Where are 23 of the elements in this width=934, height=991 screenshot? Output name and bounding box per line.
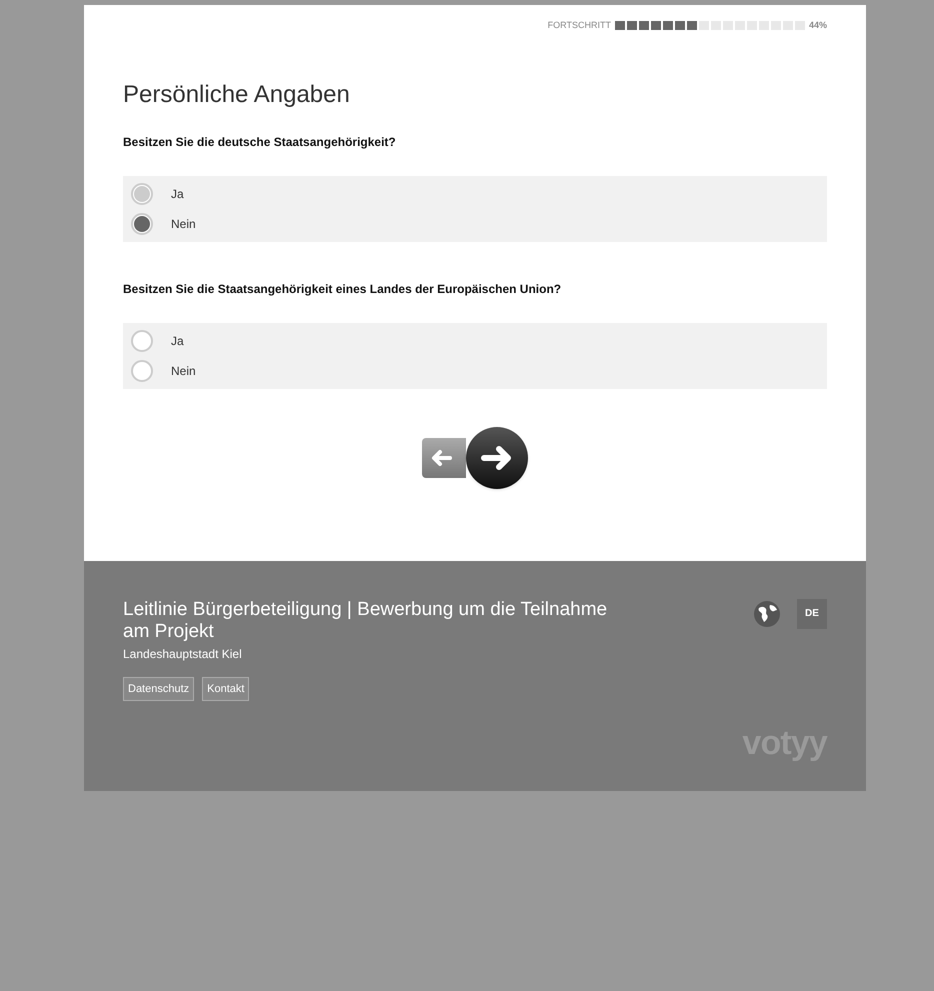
- progress-reading: 44%: [808, 19, 827, 32]
- footer-link[interactable]: Datenschutz: [123, 676, 194, 701]
- next-button[interactable]: [466, 426, 528, 488]
- arrow-left-icon: [430, 448, 452, 466]
- radio-button[interactable]: [131, 330, 153, 352]
- question-text: Besitzen Sie die deutsche Staatsangehörigkeit?: [123, 134, 397, 150]
- back-button[interactable]: [422, 438, 466, 478]
- language-button[interactable]: DE: [797, 598, 827, 628]
- globe-icon[interactable]: [753, 600, 781, 628]
- page-title: Persönliche Angaben: [123, 80, 351, 110]
- footer-subtitle: Landeshauptstadt Kiel: [123, 646, 243, 662]
- radio-option[interactable]: Ja: [131, 182, 819, 206]
- radio-button[interactable]: [131, 212, 153, 234]
- arrow-right-icon: [480, 444, 514, 472]
- progress-label: FORTSCHRITT: [548, 19, 611, 32]
- question-text: Besitzen Sie die Staatsangehörigkeit eines Landes der Europäischen Union?: [123, 280, 562, 298]
- radio-button[interactable]: [131, 360, 153, 382]
- radio-option[interactable]: Nein: [131, 358, 819, 382]
- radio-option[interactable]: Ja: [131, 328, 819, 352]
- footer-title: Leitlinie Bürgerbeteiligung | Bewerbung um die Teilnahme am Projekt: [123, 598, 608, 642]
- radio-option[interactable]: Nein: [131, 212, 819, 236]
- radio-button[interactable]: [131, 182, 153, 204]
- footer-link[interactable]: Kontakt: [202, 676, 250, 701]
